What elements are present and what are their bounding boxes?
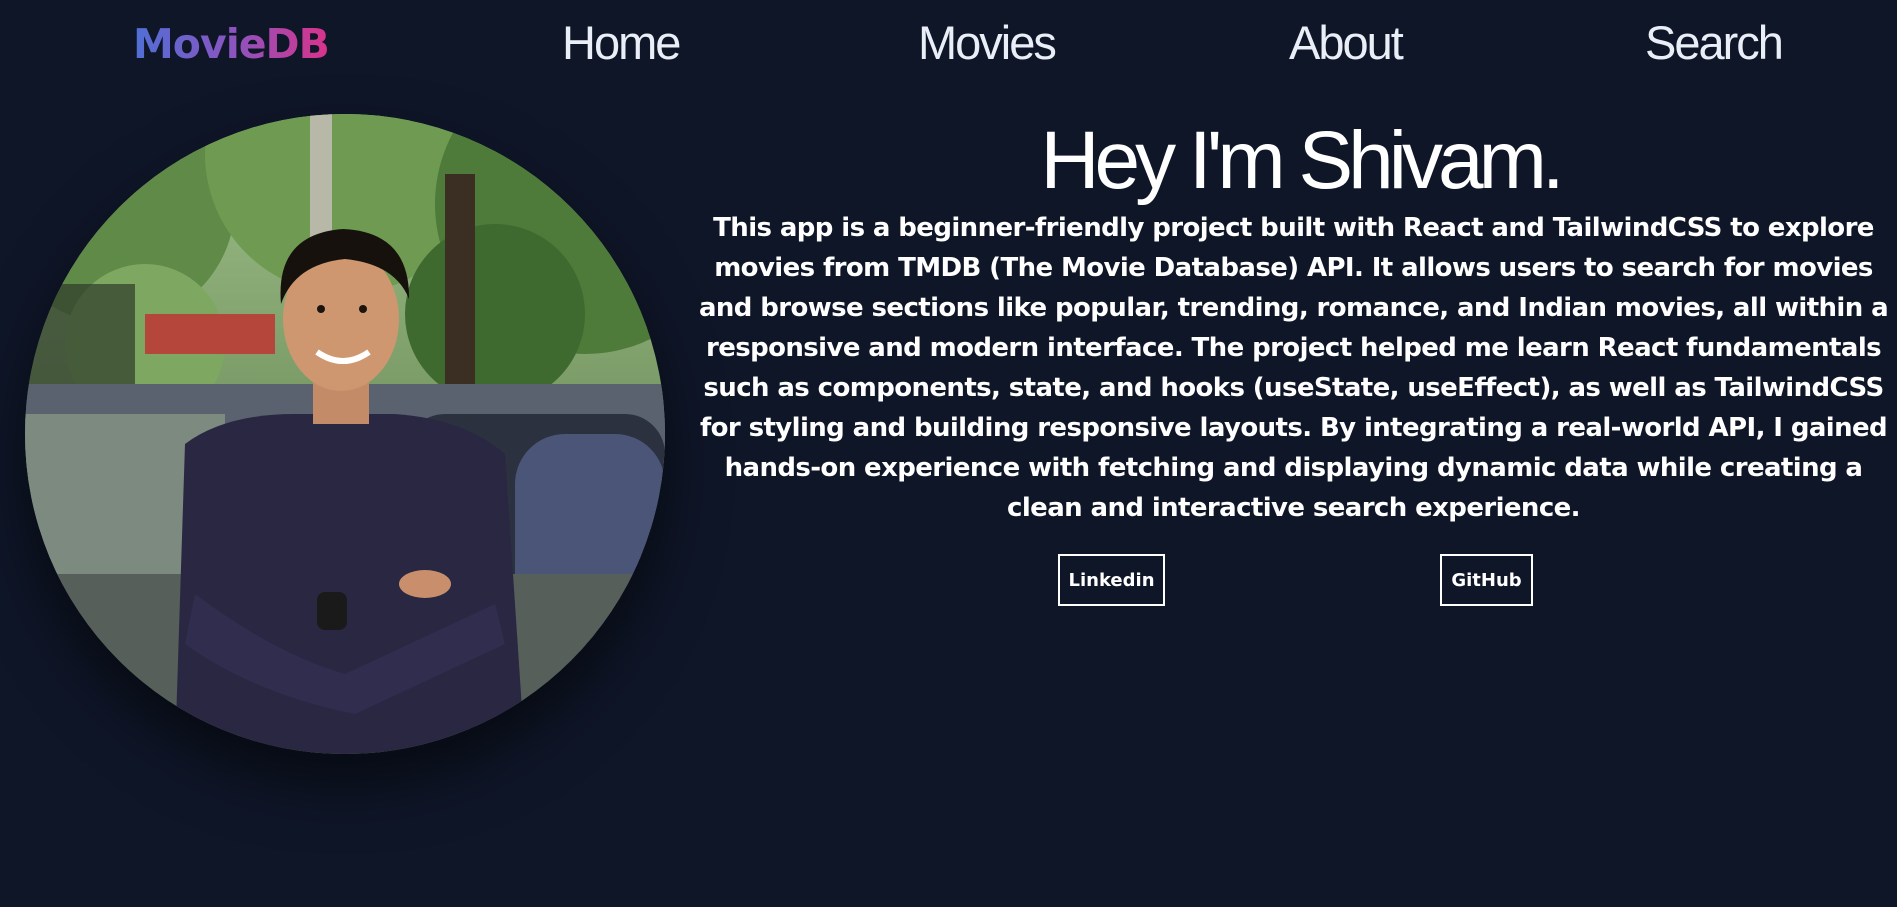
nav-link-movies[interactable]: Movies <box>918 14 1057 72</box>
hero-heading: Hey I'm Shivam. <box>1040 115 1564 206</box>
profile-photo-illustration <box>25 114 665 754</box>
nav-link-home[interactable]: Home <box>562 14 681 72</box>
navbar: MovieDB Home Movies About Search <box>0 0 1897 86</box>
logo[interactable]: MovieDB <box>133 16 330 72</box>
nav-link-search[interactable]: Search <box>1645 14 1784 72</box>
profile-photo <box>25 114 665 754</box>
github-button[interactable]: GitHub <box>1440 554 1533 606</box>
nav-link-about[interactable]: About <box>1289 14 1404 72</box>
linkedin-button[interactable]: Linkedin <box>1058 554 1165 606</box>
about-page: MovieDB Home Movies About Search Hey I'm… <box>0 0 1897 907</box>
hero-description: This app is a beginner-friendly project … <box>698 213 1889 523</box>
